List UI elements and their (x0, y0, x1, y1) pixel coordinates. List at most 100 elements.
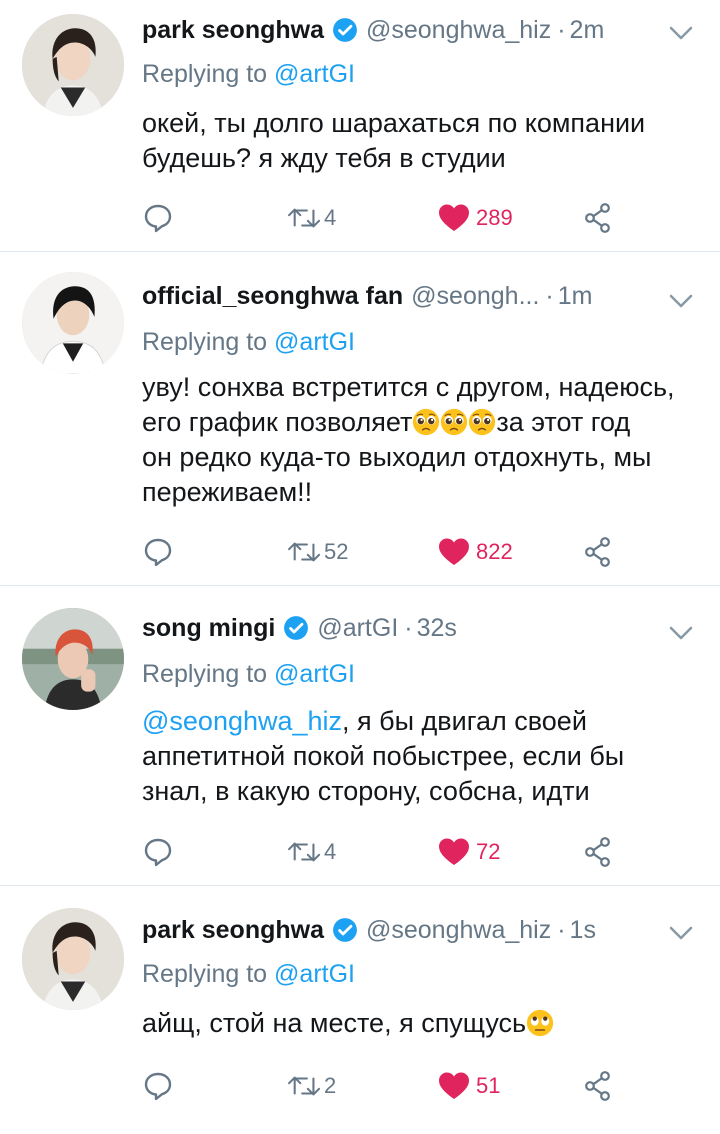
replying-to-label: Replying to (142, 328, 268, 356)
timestamp[interactable]: 2m (570, 16, 605, 45)
like-button[interactable]: 51 (438, 1068, 500, 1104)
like-count: 822 (476, 539, 513, 564)
tweet-text-line: его график позволяет за этот год (142, 405, 700, 440)
replying-to-label: Replying to (142, 960, 268, 988)
tweet-text-segment: айщ, стой на месте, я спущусь (142, 1008, 527, 1038)
retweet-button[interactable]: 52 (286, 534, 348, 570)
tweet-header: park seonghwa @seonghwa_hiz · 1s (142, 914, 660, 946)
tweet-text-line: уву! сонхва встретится с другом, надеюсь… (142, 372, 675, 402)
tweet-header: official_seonghwa fan @seongh... · 1m (142, 280, 660, 312)
tweet-header: park seonghwa @seonghwa_hiz · 2m (142, 14, 660, 46)
reply-button[interactable] (142, 200, 174, 236)
reply-icon (142, 1070, 174, 1102)
chevron-down-icon[interactable] (666, 918, 696, 948)
share-icon (582, 536, 614, 568)
avatar[interactable] (22, 608, 124, 710)
user-handle[interactable]: @artGI (317, 614, 398, 643)
tweet-header: song mingi @artGI · 32s (142, 612, 660, 644)
user-handle[interactable]: @seongh... (411, 282, 539, 311)
heart-icon (438, 537, 470, 567)
pleading-face-emoji (440, 408, 468, 436)
timestamp[interactable]: 32s (417, 614, 457, 643)
user-handle[interactable]: @seonghwa_hiz (366, 16, 551, 45)
like-button[interactable]: 72 (438, 834, 500, 870)
replying-to-handle[interactable]: @artGI (274, 328, 355, 356)
verified-badge-icon (332, 917, 358, 943)
tweet-text-line: переживаем!! (142, 477, 313, 507)
retweet-button[interactable]: 2 (286, 1068, 336, 1104)
tweet[interactable]: song mingi @artGI · 32s Replying to @art… (0, 586, 720, 886)
replying-to-label: Replying to (142, 660, 268, 688)
retweet-count: 4 (324, 839, 337, 864)
replying-to: Replying to @artGI (142, 328, 355, 357)
timestamp[interactable]: 1m (558, 282, 593, 311)
action-bar: 4 289 (142, 200, 622, 236)
reply-button[interactable] (142, 1068, 174, 1104)
tweet[interactable]: official_seonghwa fan @seongh... · 1m Re… (0, 252, 720, 586)
like-count: 51 (476, 1073, 501, 1098)
tweet-text: айщ, стой на месте, я спущусь (142, 1006, 692, 1041)
retweet-icon (286, 1071, 324, 1101)
share-icon (582, 836, 614, 868)
avatar[interactable] (22, 908, 124, 1010)
retweet-count: 52 (324, 539, 349, 564)
separator-dot: · (545, 281, 554, 310)
display-name[interactable]: park seonghwa (142, 916, 324, 945)
chevron-down-icon[interactable] (666, 286, 696, 316)
verified-badge-icon (283, 615, 309, 641)
tweet-text-segment: за этот год (496, 407, 631, 437)
tweet-text-line: он редко куда-то выходил отдохнуть, мы (142, 442, 652, 472)
replying-to: Replying to @artGI (142, 660, 355, 689)
retweet-button[interactable]: 4 (286, 200, 336, 236)
share-button[interactable] (582, 200, 614, 236)
chevron-down-icon[interactable] (666, 18, 696, 48)
tweet-text: окей, ты долго шарахаться по компании бу… (142, 108, 646, 173)
replying-to-handle[interactable]: @artGI (274, 960, 355, 988)
reply-button[interactable] (142, 534, 174, 570)
action-bar: 2 51 (142, 1068, 622, 1104)
user-handle[interactable]: @seonghwa_hiz (366, 916, 551, 945)
display-name[interactable]: song mingi (142, 614, 275, 643)
chevron-down-icon[interactable] (666, 618, 696, 648)
replying-to-handle[interactable]: @artGI (274, 660, 355, 688)
reply-icon (142, 836, 174, 868)
eye-roll-emoji (526, 1009, 554, 1037)
tweet[interactable]: park seonghwa @seonghwa_hiz · 1s Replyin… (0, 886, 720, 1134)
separator-dot: · (557, 15, 566, 44)
share-button[interactable] (582, 834, 614, 870)
share-icon (582, 1070, 614, 1102)
mention-link[interactable]: @seonghwa_hiz (142, 706, 342, 736)
retweet-icon (286, 837, 324, 867)
verified-badge-icon (332, 17, 358, 43)
tweet[interactable]: park seonghwa @seonghwa_hiz · 2m Replyin… (0, 0, 720, 252)
heart-icon (438, 1071, 470, 1101)
replying-to-handle[interactable]: @artGI (274, 60, 355, 88)
tweet-text: @seonghwa_hiz, я бы двигал своей аппетит… (142, 704, 660, 809)
share-icon (582, 202, 614, 234)
retweet-button[interactable]: 4 (286, 834, 336, 870)
display-name[interactable]: official_seonghwa fan (142, 282, 403, 311)
like-count: 289 (476, 205, 513, 230)
reply-icon (142, 202, 174, 234)
heart-icon (438, 837, 470, 867)
pleading-face-emoji (468, 408, 496, 436)
retweet-icon (286, 537, 324, 567)
avatar[interactable] (22, 14, 124, 116)
like-button[interactable]: 289 (438, 200, 513, 236)
tweet-text: уву! сонхва встретится с другом, надеюсь… (142, 370, 700, 510)
timestamp[interactable]: 1s (570, 916, 596, 945)
share-button[interactable] (582, 534, 614, 570)
separator-dot: · (557, 915, 566, 944)
heart-icon (438, 203, 470, 233)
reply-button[interactable] (142, 834, 174, 870)
action-bar: 4 72 (142, 834, 622, 870)
display-name[interactable]: park seonghwa (142, 16, 324, 45)
tweet-text-segment: его график позволяет (142, 407, 413, 437)
replying-to: Replying to @artGI (142, 60, 355, 89)
replying-to-label: Replying to (142, 60, 268, 88)
separator-dot: · (404, 613, 413, 642)
share-button[interactable] (582, 1068, 614, 1104)
like-button[interactable]: 822 (438, 534, 513, 570)
retweet-count: 4 (324, 205, 337, 230)
avatar[interactable] (22, 272, 124, 374)
